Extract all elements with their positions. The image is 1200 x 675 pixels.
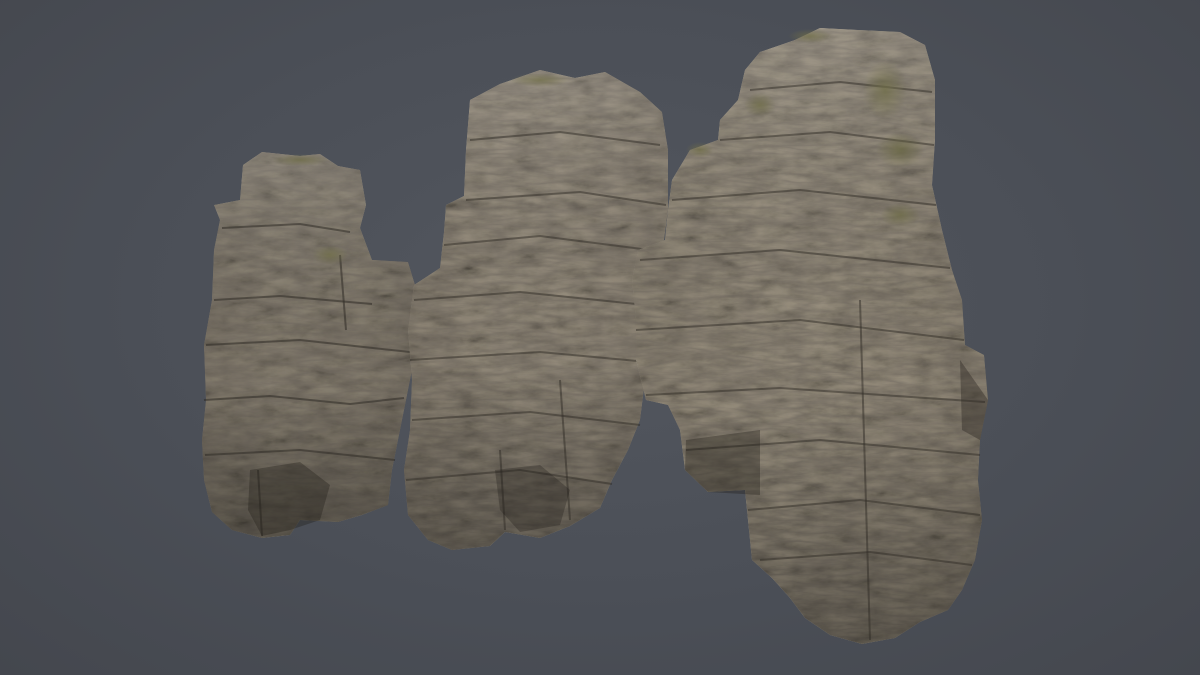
render-viewport bbox=[0, 0, 1200, 675]
left-rock-pillar bbox=[202, 152, 415, 538]
middle-rock-pillar bbox=[404, 70, 668, 550]
right-rock-pillar bbox=[632, 28, 988, 644]
rock-scene bbox=[202, 28, 988, 644]
